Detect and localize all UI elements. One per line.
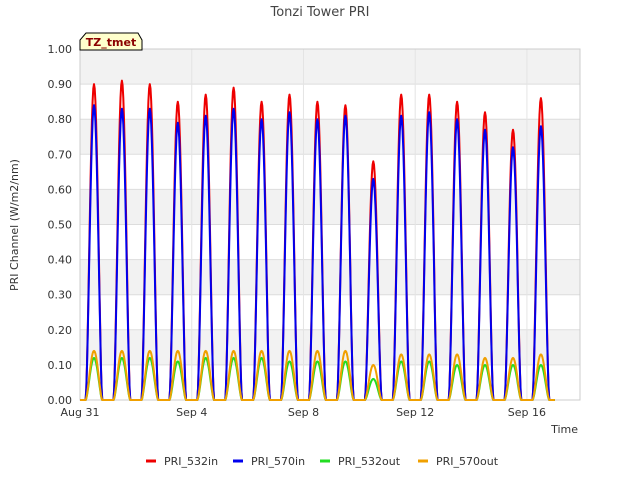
background-band	[80, 119, 580, 155]
y-tick-label: 0.20	[48, 324, 73, 337]
x-axis-ticks: Aug 31 Sep 4 Sep 8 Sep 12 Sep 16	[61, 406, 547, 419]
x-tick-label: Aug 31	[61, 406, 100, 419]
y-axis-label: PRI Channel (W/m2/nm)	[8, 159, 21, 291]
x-tick-label: Sep 12	[396, 406, 434, 419]
x-tick-label: Sep 16	[508, 406, 546, 419]
y-axis-ticks: 0.000.100.200.300.400.500.600.700.800.90…	[48, 43, 73, 407]
legend: PRI_532in PRI_570in PRI_532out PRI_570out	[146, 455, 499, 468]
legend-label: PRI_570in	[251, 455, 305, 468]
background-band	[80, 84, 580, 120]
x-tick-label: Sep 4	[176, 406, 207, 419]
y-tick-label: 0.90	[48, 78, 73, 91]
legend-label: PRI_532in	[164, 455, 218, 468]
background-band	[80, 154, 580, 190]
y-tick-label: 0.30	[48, 289, 73, 302]
y-tick-label: 0.80	[48, 113, 73, 126]
y-tick-label: 0.70	[48, 148, 73, 161]
chart-svg: Tonzi Tower PRI PRI Channel (W/m2/nm) Ti…	[8, 5, 581, 468]
y-tick-label: 0.40	[48, 254, 73, 267]
background-band	[80, 49, 580, 85]
y-tick-label: 0.10	[48, 359, 73, 372]
x-tick-label: Sep 8	[288, 406, 319, 419]
y-tick-label: 1.00	[48, 43, 73, 56]
y-tick-label: 0.50	[48, 219, 73, 232]
legend-label: PRI_532out	[338, 455, 401, 468]
y-tick-label: 0.60	[48, 183, 73, 196]
chart-container: Tonzi Tower PRI PRI Channel (W/m2/nm) Ti…	[0, 0, 640, 480]
x-axis-label: Time	[550, 423, 578, 436]
annotation-box: TZ_tmet	[79, 32, 143, 51]
chart-title: Tonzi Tower PRI	[270, 5, 370, 20]
legend-label: PRI_570out	[436, 455, 499, 468]
background-band	[80, 329, 580, 365]
annotation-label: TZ_tmet	[86, 36, 136, 49]
